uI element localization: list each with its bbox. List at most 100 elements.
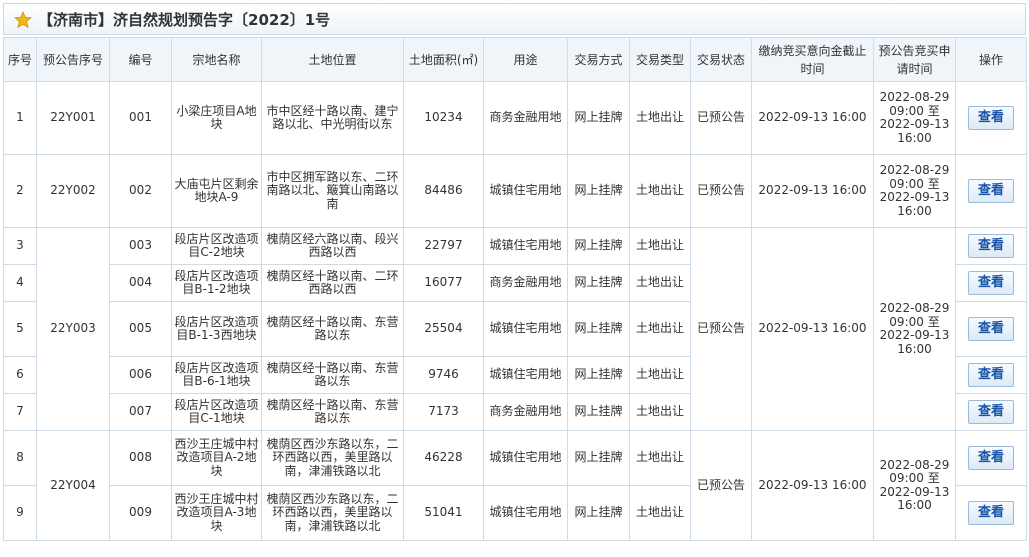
view-button[interactable]: 查看 xyxy=(968,446,1014,470)
title-bar: 【济南市】济自然规划预告字〔2022〕1号 xyxy=(3,3,1026,35)
table-cell-notice-no: 22Y004 xyxy=(36,430,110,541)
table-cell-apply-time: 2022-08-29 09:00 至 2022-09-13 16:00 xyxy=(873,227,956,431)
table-cell-seq: 5 xyxy=(3,301,37,357)
view-button[interactable]: 查看 xyxy=(968,317,1014,341)
table-cell-trade-type: 土地出让 xyxy=(629,264,691,302)
table-cell-area: 84486 xyxy=(403,154,484,228)
table-cell-action: 查看 xyxy=(955,430,1027,486)
table-cell-apply-time: 2022-08-29 09:00 至 2022-09-13 16:00 xyxy=(873,430,956,541)
table-cell-location: 市中区拥军路以东、二环南路以北、簸箕山南路以南 xyxy=(261,154,404,228)
table-cell-deposit-deadline: 2022-09-13 16:00 xyxy=(751,81,874,155)
table-cell-code: 004 xyxy=(109,264,172,302)
table-cell-code: 001 xyxy=(109,81,172,155)
view-button[interactable]: 查看 xyxy=(968,501,1014,525)
table-cell-trade-type: 土地出让 xyxy=(629,301,691,357)
table-cell-code: 008 xyxy=(109,430,172,486)
table-cell-seq: 1 xyxy=(3,81,37,155)
table-cell-trade-status: 已预公告 xyxy=(690,81,752,155)
table-cell-action: 查看 xyxy=(955,154,1027,228)
view-button[interactable]: 查看 xyxy=(968,363,1014,387)
table-cell-trade-method: 网上挂牌 xyxy=(567,227,630,265)
table-cell-action: 查看 xyxy=(955,301,1027,357)
page-title: 【济南市】济自然规划预告字〔2022〕1号 xyxy=(38,11,331,29)
table-cell-location: 槐荫区西沙东路以东，二环西路以西，美里路以南，津浦铁路以北 xyxy=(261,430,404,486)
table-cell-trade-method: 网上挂牌 xyxy=(567,356,630,394)
view-button[interactable]: 查看 xyxy=(968,271,1014,295)
table-cell-action: 查看 xyxy=(955,264,1027,302)
table-cell-land-use: 商务金融用地 xyxy=(483,264,568,302)
table-cell-seq: 7 xyxy=(3,393,37,431)
column-header-trade-status: 交易状态 xyxy=(690,37,752,82)
table-cell-trade-type: 土地出让 xyxy=(629,81,691,155)
table-cell-area: 16077 xyxy=(403,264,484,302)
table-cell-code: 006 xyxy=(109,356,172,394)
column-header-seq: 序号 xyxy=(3,37,37,82)
table-cell-land-use: 城镇住宅用地 xyxy=(483,301,568,357)
view-button[interactable]: 查看 xyxy=(968,234,1014,258)
table-cell-location: 市中区经十路以南、建宁路以北、中光明街以东 xyxy=(261,81,404,155)
table-cell-land-use: 城镇住宅用地 xyxy=(483,154,568,228)
column-header-parcel-name: 宗地名称 xyxy=(171,37,262,82)
table-cell-trade-method: 网上挂牌 xyxy=(567,485,630,541)
table-cell-trade-method: 网上挂牌 xyxy=(567,154,630,228)
table-cell-land-use: 城镇住宅用地 xyxy=(483,485,568,541)
view-button[interactable]: 查看 xyxy=(968,400,1014,424)
table-cell-trade-method: 网上挂牌 xyxy=(567,430,630,486)
table-cell-parcel-name: 大庙屯片区剩余地块A-9 xyxy=(171,154,262,228)
table-cell-apply-time: 2022-08-29 09:00 至 2022-09-13 16:00 xyxy=(873,154,956,228)
table-cell-trade-status: 已预公告 xyxy=(690,227,752,431)
table-cell-area: 22797 xyxy=(403,227,484,265)
land-notice-table: 序号 预公告序号 编号 宗地名称 土地位置 土地面积(㎡) 用途 交易方式 交易类型 交易状态 缴纳… xyxy=(3,37,1027,557)
table-cell-trade-type: 土地出让 xyxy=(629,356,691,394)
table-cell-trade-status: 已预公告 xyxy=(690,430,752,541)
table-cell-seq: 4 xyxy=(3,264,37,302)
table-cell-parcel-name: 段店片区改造项目C-1地块 xyxy=(171,393,262,431)
table-cell-location: 槐荫区经十路以南、东营路以东 xyxy=(261,301,404,357)
column-header-trade-type: 交易类型 xyxy=(629,37,691,82)
star-icon xyxy=(14,11,32,29)
table-cell-action: 查看 xyxy=(955,485,1027,541)
table-cell-seq: 2 xyxy=(3,154,37,228)
table-cell-location: 槐荫区经十路以南、东营路以东 xyxy=(261,393,404,431)
table-cell-trade-type: 土地出让 xyxy=(629,393,691,431)
table-cell-notice-no: 22Y002 xyxy=(36,154,110,228)
table-cell-trade-type: 土地出让 xyxy=(629,485,691,541)
table-cell-notice-no: 22Y001 xyxy=(36,81,110,155)
table-cell-land-use: 城镇住宅用地 xyxy=(483,430,568,486)
table-cell-action: 查看 xyxy=(955,227,1027,265)
table-cell-code: 007 xyxy=(109,393,172,431)
table-cell-parcel-name: 西沙王庄城中村改造项目A-2地块 xyxy=(171,430,262,486)
view-button[interactable]: 查看 xyxy=(968,106,1014,130)
column-header-code: 编号 xyxy=(109,37,172,82)
column-header-land-use: 用途 xyxy=(483,37,568,82)
table-cell-action: 查看 xyxy=(955,356,1027,394)
view-button[interactable]: 查看 xyxy=(968,179,1014,203)
column-header-deposit-deadline: 缴纳竞买意向金截止时间 xyxy=(751,37,874,82)
table-cell-parcel-name: 小梁庄项目A地块 xyxy=(171,81,262,155)
table-cell-action: 查看 xyxy=(955,393,1027,431)
table-cell-seq: 9 xyxy=(3,485,37,541)
table-cell-trade-method: 网上挂牌 xyxy=(567,301,630,357)
table-cell-code: 002 xyxy=(109,154,172,228)
table-cell-code: 003 xyxy=(109,227,172,265)
column-header-apply-time: 预公告竞买申请时间 xyxy=(873,37,956,82)
table-cell-area: 51041 xyxy=(403,485,484,541)
table-cell-parcel-name: 段店片区改造项目B-1-3西地块 xyxy=(171,301,262,357)
table-cell-area: 7173 xyxy=(403,393,484,431)
table-cell-location: 槐荫区经十路以南、二环西路以西 xyxy=(261,264,404,302)
table-cell-land-use: 商务金融用地 xyxy=(483,81,568,155)
table-cell-seq: 3 xyxy=(3,227,37,265)
table-cell-land-use: 城镇住宅用地 xyxy=(483,227,568,265)
table-cell-area: 9746 xyxy=(403,356,484,394)
table-cell-trade-type: 土地出让 xyxy=(629,154,691,228)
column-header-trade-method: 交易方式 xyxy=(567,37,630,82)
table-cell-location: 槐荫区西沙东路以东，二环西路以西，美里路以南，津浦铁路以北 xyxy=(261,485,404,541)
table-cell-area: 10234 xyxy=(403,81,484,155)
table-cell-parcel-name: 西沙王庄城中村改造项目A-3地块 xyxy=(171,485,262,541)
table-cell-trade-method: 网上挂牌 xyxy=(567,393,630,431)
table-cell-parcel-name: 段店片区改造项目B-6-1地块 xyxy=(171,356,262,394)
table-cell-trade-method: 网上挂牌 xyxy=(567,264,630,302)
table-cell-trade-type: 土地出让 xyxy=(629,430,691,486)
table-cell-trade-status: 已预公告 xyxy=(690,154,752,228)
table-cell-deposit-deadline: 2022-09-13 16:00 xyxy=(751,430,874,541)
